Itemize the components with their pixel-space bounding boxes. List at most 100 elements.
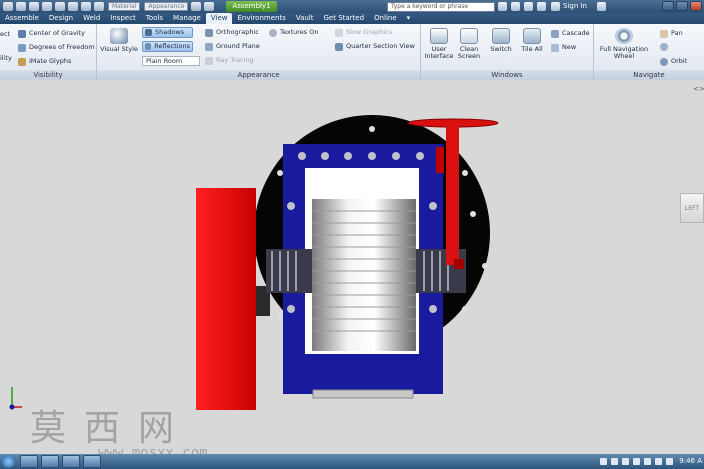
tab-design[interactable]: Design (44, 13, 78, 24)
quarter-section-view-button[interactable]: Quarter Section View (335, 42, 415, 51)
tray-network-icon[interactable] (611, 458, 618, 465)
user-icon[interactable] (551, 2, 560, 11)
appearance-panel-title: Appearance (97, 70, 420, 80)
close-icon[interactable] (690, 1, 702, 11)
visual-style-button[interactable]: Visual Style (100, 28, 138, 53)
full-navigation-wheel-button[interactable]: Full Navigation Wheel (598, 28, 650, 60)
viewcube[interactable]: LEFT (680, 193, 704, 223)
minimize-icon[interactable] (662, 1, 674, 11)
tray-misc-icon[interactable] (666, 458, 673, 465)
shadows-button[interactable]: Shadows (142, 27, 193, 38)
clean-screen-button[interactable]: Clean Screen (455, 28, 483, 60)
start-button-icon[interactable] (2, 455, 15, 468)
tab-manage[interactable]: Manage (168, 13, 206, 24)
watermark-text: 莫西网 (30, 408, 193, 449)
tab-environments[interactable]: Environments (232, 13, 290, 24)
degrees-of-freedom-button[interactable]: Degrees of Freedom (18, 43, 95, 52)
taskbar-app-explorer-icon[interactable] (20, 455, 38, 468)
ray-tracing-label: Ray Tracing (216, 56, 254, 64)
document-title-tab[interactable]: Assembly1 (226, 1, 277, 12)
communication-icon[interactable] (537, 2, 546, 11)
select-icon[interactable] (94, 2, 104, 11)
tray-volume-icon[interactable] (622, 458, 629, 465)
orthographic-label: Orthographic (216, 28, 259, 36)
new-window-button[interactable]: New (551, 43, 576, 52)
slow-graphics-button[interactable]: Slow Graphics (335, 28, 392, 37)
taskbar: 9:46 A (0, 454, 704, 469)
tab-weld[interactable]: Weld (78, 13, 105, 24)
ground-plane-button[interactable]: Ground Plane (205, 42, 260, 51)
tray-keyboard-icon[interactable] (633, 458, 640, 465)
switch-label: Switch (490, 45, 512, 53)
object-visibility-label-top[interactable]: ect (0, 30, 10, 39)
slow-graphics-icon (335, 28, 343, 37)
restore-icon[interactable] (676, 1, 688, 11)
tab-online[interactable]: Online (369, 13, 402, 24)
sign-in-link[interactable]: Sign In (563, 0, 587, 13)
navigate-panel-title: Navigate (594, 70, 704, 80)
tab-assemble[interactable]: Assemble (0, 13, 44, 24)
center-of-gravity-label: Center of Gravity (29, 29, 86, 37)
cascade-icon (551, 29, 559, 38)
tray-flag-icon[interactable] (600, 458, 607, 465)
parameters-icon[interactable] (204, 2, 215, 11)
user-interface-button[interactable]: User Interface (424, 28, 454, 60)
textures-on-button[interactable]: Textures On (269, 28, 318, 37)
app-menu-icon[interactable] (3, 2, 13, 11)
taskbar-app-word-icon[interactable] (83, 455, 101, 468)
orthographic-button[interactable]: Orthographic (205, 28, 259, 37)
ribbon: ect ility Center of Gravity Degrees of F… (0, 24, 704, 80)
zoom-button[interactable] (660, 43, 671, 51)
tray-security-icon[interactable] (644, 458, 651, 465)
tab-overflow-icon[interactable]: ▾ (402, 13, 416, 24)
navigate-panel: Full Navigation Wheel Pan Orbit Navigate (594, 24, 704, 80)
redo-icon[interactable] (68, 2, 78, 11)
tab-get-started[interactable]: Get Started (319, 13, 370, 24)
graphics-viewport[interactable]: <> LEFT 莫西网 www.mosxx.com (0, 81, 704, 454)
subscription-icon[interactable] (524, 2, 533, 11)
taskbar-app-browser-icon[interactable] (62, 455, 80, 468)
appearance-dropdown[interactable]: Appearance (144, 2, 189, 11)
material-dropdown[interactable]: Material (108, 2, 141, 11)
switch-icon (492, 28, 510, 44)
new-icon[interactable] (16, 2, 26, 11)
orbit-label: Orbit (671, 57, 688, 65)
pan-label: Pan (671, 29, 683, 37)
clear-override-icon[interactable] (191, 2, 202, 11)
update-icon[interactable] (81, 2, 91, 11)
help-search-input[interactable]: Type a keyword or phrase (387, 2, 495, 12)
tab-view[interactable]: View (205, 13, 233, 24)
red-block (196, 188, 256, 410)
zoom-icon (660, 43, 668, 51)
tile-all-icon (523, 28, 541, 44)
imate-glyphs-button[interactable]: iMate Glyphs (18, 57, 71, 66)
help-icon[interactable] (597, 2, 606, 11)
tools-icon[interactable] (511, 2, 520, 11)
watermark-url: www.mosxx.com (98, 445, 208, 454)
object-visibility-label-bottom[interactable]: ility (0, 54, 12, 63)
tab-inspect[interactable]: Inspect (105, 13, 141, 24)
visibility-panel: ect ility Center of Gravity Degrees of F… (0, 24, 97, 80)
environment-dropdown[interactable]: Plain Room (142, 56, 200, 66)
cascade-button[interactable]: Cascade (551, 29, 590, 38)
tray-update-icon[interactable] (655, 458, 662, 465)
taskbar-app-inventor-icon[interactable] (41, 455, 59, 468)
tab-tools[interactable]: Tools (141, 13, 168, 24)
binoculars-icon[interactable] (498, 2, 507, 11)
tab-vault[interactable]: Vault (291, 13, 319, 24)
open-icon[interactable] (29, 2, 39, 11)
ray-tracing-button[interactable]: Ray Tracing (205, 56, 254, 65)
orbit-button[interactable]: Orbit (660, 57, 687, 66)
undo-icon[interactable] (55, 2, 65, 11)
pan-button[interactable]: Pan (660, 29, 683, 38)
reflections-button[interactable]: Reflections (142, 41, 193, 52)
visibility-panel-title: Visibility (0, 70, 96, 80)
tile-all-button[interactable]: Tile All (518, 28, 546, 53)
center-of-gravity-button[interactable]: Center of Gravity (18, 29, 85, 38)
switch-button[interactable]: Switch (487, 28, 515, 53)
shadows-icon (145, 29, 152, 36)
save-icon[interactable] (42, 2, 52, 11)
quick-access-toolbar: Material Appearance Assembly1 Type a key… (0, 0, 704, 13)
user-interface-label: User Interface (424, 45, 454, 60)
slow-graphics-label: Slow Graphics (346, 28, 392, 36)
